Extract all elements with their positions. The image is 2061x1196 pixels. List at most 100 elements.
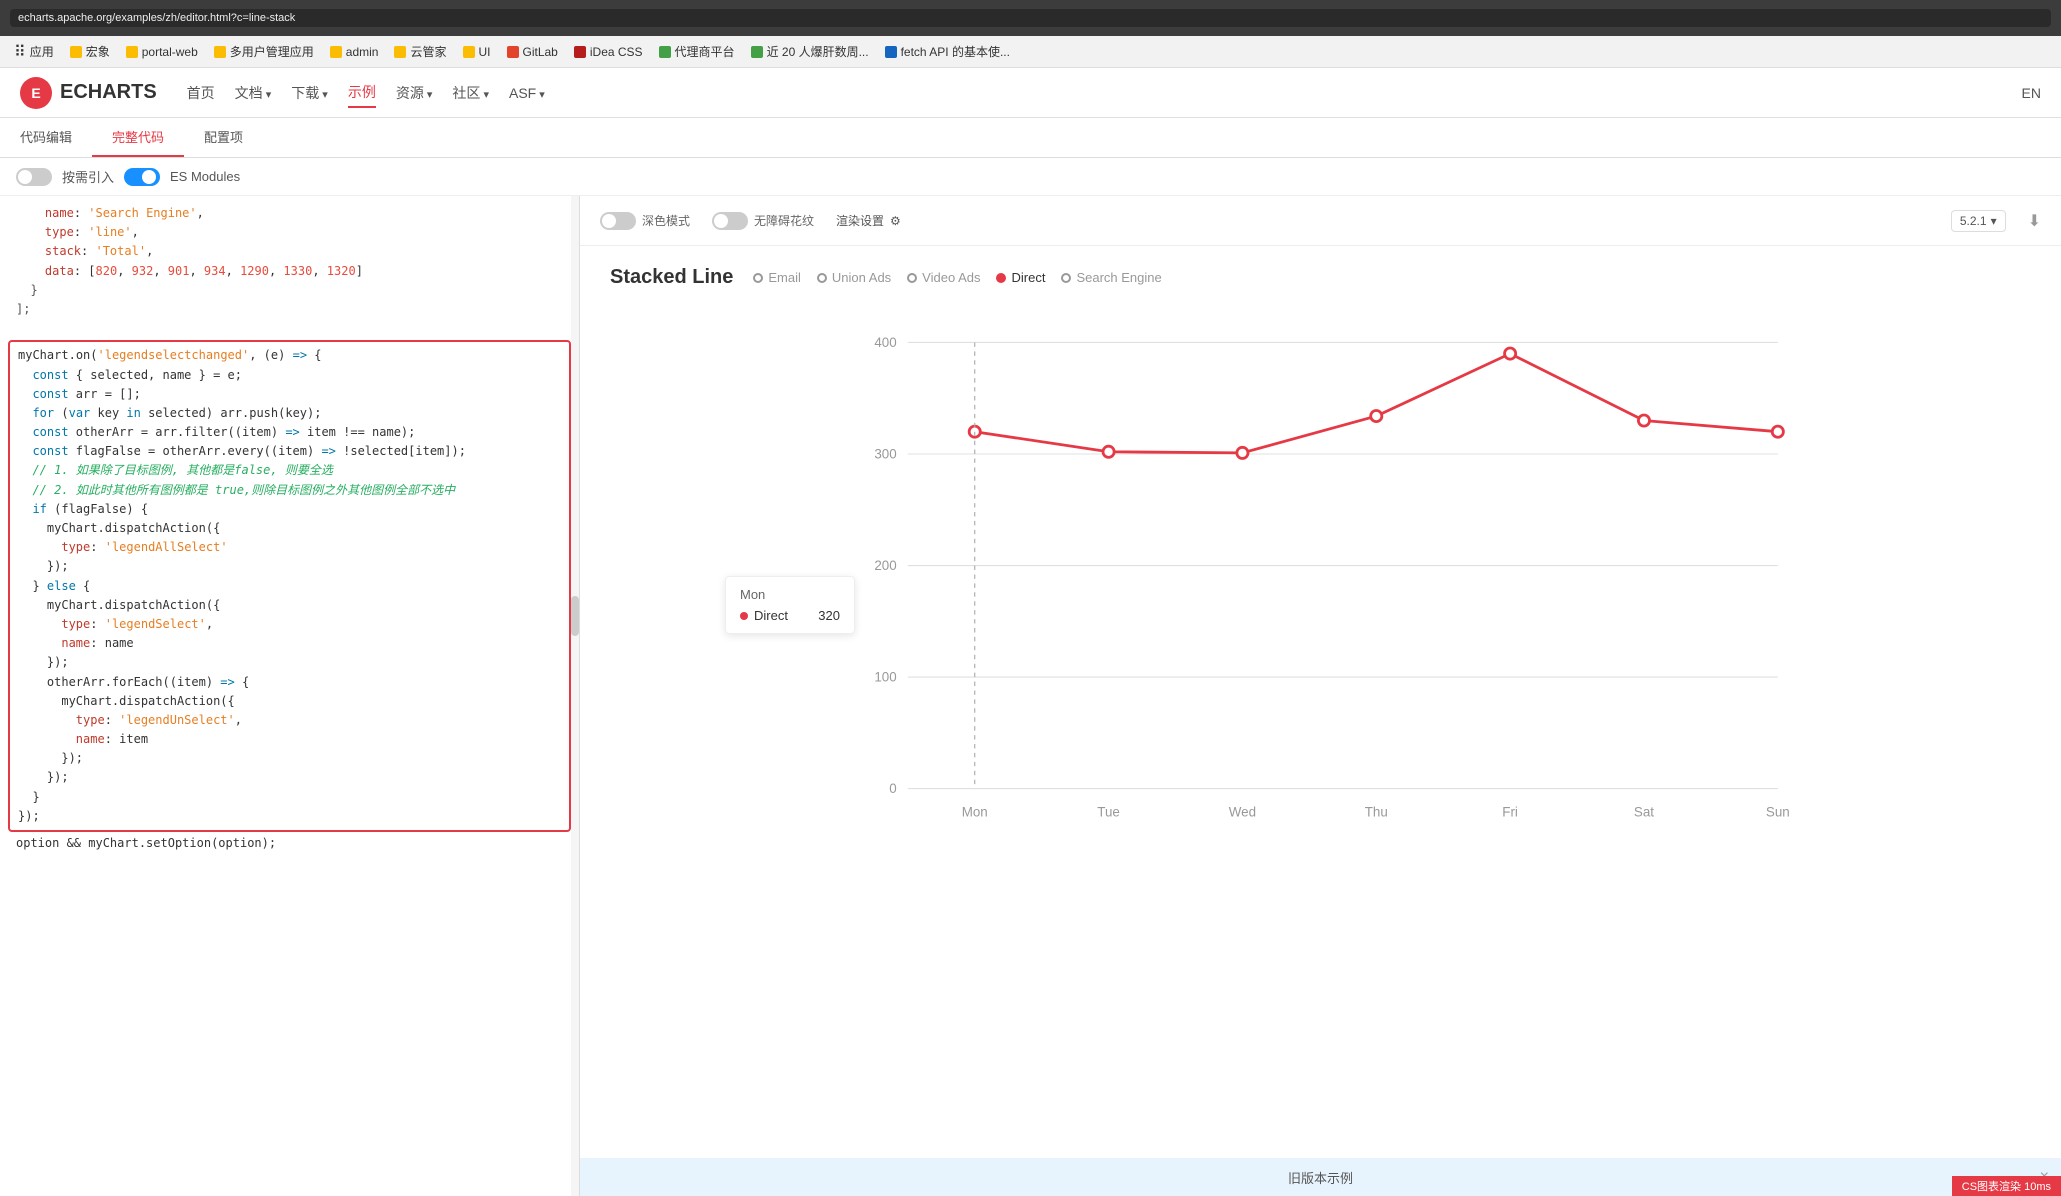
echarts-header: E ECHARTS 首页 文档 下载 示例 资源 社区 ASF EN — [0, 68, 2061, 118]
svg-text:200: 200 — [874, 558, 896, 573]
tabs-bar: 代码编辑 完整代码 配置项 — [0, 118, 2061, 158]
gear-icon: ⚙ — [890, 214, 901, 228]
dark-mode-label: 深色模式 — [642, 212, 690, 229]
nav-docs[interactable]: 文档 — [235, 79, 272, 107]
point-wed — [1237, 447, 1248, 458]
code-panel: name: 'Search Engine', type: 'line', sta… — [0, 196, 580, 1196]
legend-union-ads-label: Union Ads — [832, 270, 891, 285]
tab-code-edit[interactable]: 代码编辑 — [0, 118, 92, 157]
no-border-label: 无障碍花纹 — [754, 212, 814, 229]
chevron-down-icon: ▾ — [1991, 214, 1997, 228]
dark-mode-control: 深色模式 — [600, 212, 690, 230]
tooltip-value: 320 — [818, 608, 840, 623]
browser-bar: echarts.apache.org/examples/zh/editor.ht… — [0, 0, 2061, 36]
legend-video-ads[interactable]: Video Ads — [907, 270, 980, 285]
brand-name: ECHARTS — [60, 81, 157, 104]
status-label: CS图表渲染 10ms — [1962, 1178, 2051, 1194]
no-border-toggle[interactable] — [712, 212, 748, 230]
svg-text:Wed: Wed — [1229, 805, 1256, 820]
tooltip-title: Mon — [740, 587, 840, 602]
no-border-control: 无障碍花纹 — [712, 212, 814, 230]
version-selector[interactable]: 5.2.1 ▾ — [1951, 210, 2006, 232]
point-sat — [1638, 415, 1649, 426]
main-content: name: 'Search Engine', type: 'line', sta… — [0, 196, 2061, 1196]
svg-text:0: 0 — [889, 781, 896, 796]
legend-direct-label: Direct — [1011, 270, 1045, 285]
nav-language[interactable]: EN — [2022, 85, 2041, 101]
bookmarks-bar: ⠿ 应用 宏象 portal-web 多用户管理应用 admin 云管家 UI … — [0, 36, 2061, 68]
svg-text:Sun: Sun — [1766, 805, 1790, 820]
point-fri — [1505, 348, 1516, 359]
nav-home[interactable]: 首页 — [187, 79, 215, 107]
bookmark-admin[interactable]: admin — [324, 42, 385, 62]
tab-full-code[interactable]: 完整代码 — [92, 118, 184, 157]
tooltip-dot — [740, 612, 748, 620]
es-modules-label: ES Modules — [170, 169, 240, 184]
bookmark-cloud[interactable]: 云管家 — [388, 40, 452, 63]
chart-toolbar: 深色模式 无障碍花纹 渲染设置 ⚙ 5.2.1 ▾ ⬇ — [580, 196, 2061, 246]
bookmark-idea-css[interactable]: iDea CSS — [568, 42, 649, 62]
echarts-logo: E ECHARTS — [20, 77, 157, 109]
bookmark-ui[interactable]: UI — [457, 42, 497, 62]
chart-title-row: Stacked Line Email Union Ads Video Ads — [610, 266, 2031, 289]
nav-items: 首页 文档 下载 示例 资源 社区 ASF — [187, 78, 545, 108]
bookmark-gitlab[interactable]: GitLab — [501, 42, 564, 62]
code-highlighted-block: myChart.on('legendselectchanged', (e) =>… — [8, 340, 571, 832]
chart-svg-container: 400 300 200 100 0 Mon Tue Wed Thu Fri Sa… — [610, 309, 2031, 889]
tab-config[interactable]: 配置项 — [184, 118, 263, 157]
bookmark-fetch[interactable]: fetch API 的基本使... — [879, 40, 1016, 63]
chart-area: Stacked Line Email Union Ads Video Ads — [580, 246, 2061, 1196]
direct-line — [975, 354, 1778, 453]
version-label: 5.2.1 — [1960, 214, 1987, 228]
url-bar[interactable]: echarts.apache.org/examples/zh/editor.ht… — [10, 9, 2051, 27]
bookmark-portal-web[interactable]: portal-web — [120, 42, 204, 62]
toggle-row: 按需引入 ES Modules — [0, 158, 2061, 196]
legend-email-label: Email — [768, 270, 801, 285]
legend-search-engine-label: Search Engine — [1076, 270, 1161, 285]
svg-text:Tue: Tue — [1097, 805, 1120, 820]
bookmark-hongxiang[interactable]: 宏象 — [64, 40, 116, 63]
tooltip-row: Direct 320 — [740, 608, 840, 623]
chart-title: Stacked Line — [610, 266, 733, 289]
legend-items: Email Union Ads Video Ads Direct — [753, 270, 1161, 285]
svg-text:400: 400 — [874, 335, 896, 350]
svg-text:300: 300 — [874, 446, 896, 461]
nav-resources[interactable]: 资源 — [396, 79, 433, 107]
bookmark-agent[interactable]: 代理商平台 — [653, 40, 741, 63]
point-thu — [1371, 411, 1382, 422]
svg-text:Sat: Sat — [1634, 805, 1654, 820]
download-button[interactable]: ⬇ — [2028, 211, 2041, 231]
nav-asf[interactable]: ASF — [509, 81, 545, 105]
nav-community[interactable]: 社区 — [452, 79, 489, 107]
svg-text:Fri: Fri — [1502, 805, 1518, 820]
dark-mode-toggle[interactable] — [600, 212, 636, 230]
legend-search-engine[interactable]: Search Engine — [1061, 270, 1161, 285]
nav-download[interactable]: 下载 — [291, 79, 328, 107]
legend-email[interactable]: Email — [753, 270, 801, 285]
render-settings-label: 渲染设置 — [836, 212, 884, 229]
legend-direct[interactable]: Direct — [996, 270, 1045, 285]
on-demand-label: 按需引入 — [62, 167, 114, 186]
legend-video-ads-label: Video Ads — [922, 270, 980, 285]
legend-union-ads[interactable]: Union Ads — [817, 270, 891, 285]
old-version-label: 旧版本示例 — [1288, 1168, 1353, 1187]
render-settings[interactable]: 渲染设置 ⚙ — [836, 212, 901, 229]
svg-text:Mon: Mon — [962, 805, 988, 820]
chart-panel: 深色模式 无障碍花纹 渲染设置 ⚙ 5.2.1 ▾ ⬇ Stacked Line — [580, 196, 2061, 1196]
tooltip-label: Direct — [754, 608, 788, 623]
code-content[interactable]: name: 'Search Engine', type: 'line', sta… — [0, 196, 579, 1196]
old-version-banner: 旧版本示例 × — [580, 1158, 2061, 1196]
on-demand-toggle[interactable] — [16, 168, 52, 186]
code-scrollbar[interactable] — [571, 196, 579, 1196]
chart-tooltip: Mon Direct 320 — [725, 576, 855, 634]
es-modules-toggle[interactable] — [124, 168, 160, 186]
point-sun — [1772, 426, 1783, 437]
bookmark-multi-user[interactable]: 多用户管理应用 — [208, 40, 320, 63]
svg-text:100: 100 — [874, 670, 896, 685]
bookmark-viral[interactable]: 近 20 人爆肝数周... — [745, 40, 875, 63]
nav-examples[interactable]: 示例 — [348, 78, 376, 108]
logo-icon: E — [20, 77, 52, 109]
bookmark-apps[interactable]: ⠿ 应用 — [8, 39, 60, 65]
point-tue — [1103, 446, 1114, 457]
status-bar: CS图表渲染 10ms — [1952, 1176, 2061, 1196]
